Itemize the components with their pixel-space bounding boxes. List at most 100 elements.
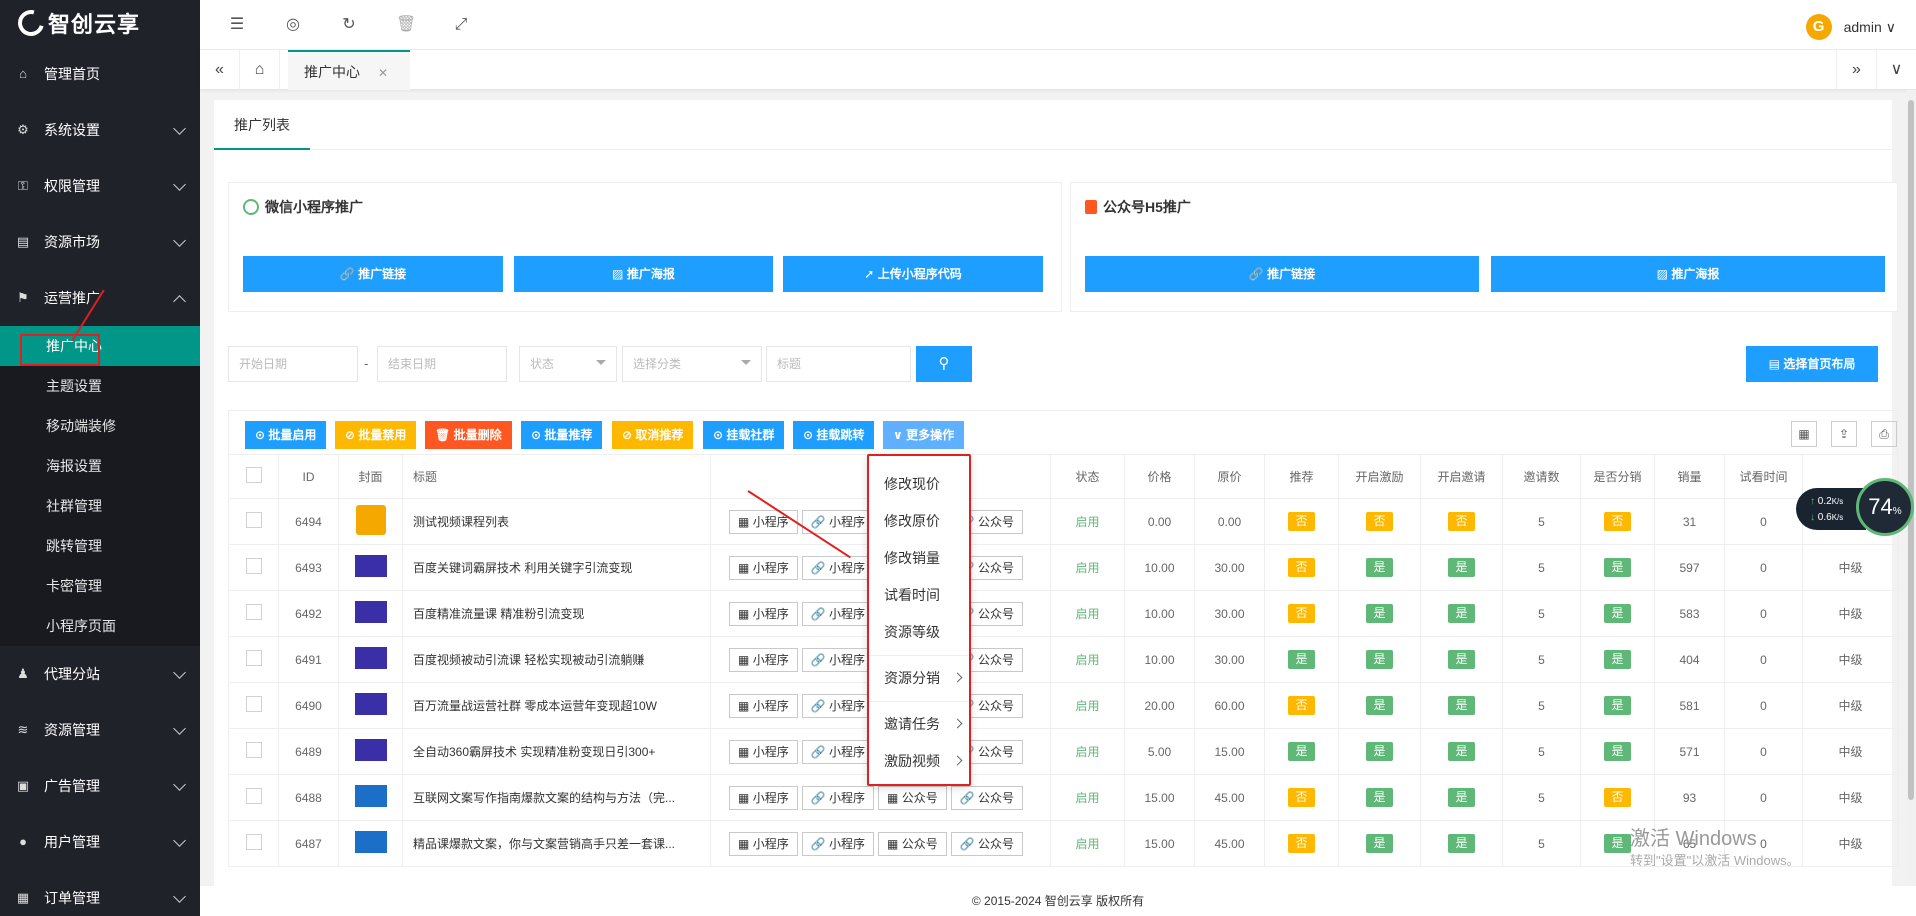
- sidebar-item-home[interactable]: ⌂ 管理首页: [0, 46, 200, 102]
- sidebar-item-order[interactable]: ▦ 订单管理: [0, 870, 200, 916]
- upload-miniprogram-code-button[interactable]: ➚ 上传小程序代码: [783, 256, 1043, 292]
- dd-incentive-video[interactable]: 激励视频: [869, 743, 969, 780]
- search-button[interactable]: ⚲: [916, 346, 972, 382]
- miniprogram-qrcode-button[interactable]: ▦ 小程序: [729, 601, 798, 626]
- mount-jump-button[interactable]: ⊙ 挂载跳转: [793, 421, 875, 449]
- h5-promo-poster-button[interactable]: ▨ 推广海报: [1491, 256, 1885, 292]
- sidebar-sub-miniprogram[interactable]: 小程序页面: [0, 606, 200, 646]
- mp-link-button[interactable]: 🔗 公众号: [950, 831, 1024, 856]
- invite-badge[interactable]: 是: [1448, 604, 1475, 623]
- miniprogram-link-button[interactable]: 🔗 小程序: [801, 601, 875, 626]
- wechat-promo-poster-button[interactable]: ▨ 推广海报: [514, 256, 773, 292]
- row-status[interactable]: 启用: [1050, 590, 1125, 637]
- incentive-badge[interactable]: 是: [1366, 742, 1393, 761]
- more-actions-button[interactable]: ∨ 更多操作: [883, 421, 965, 449]
- trash-icon[interactable]: 🗑: [396, 16, 416, 34]
- miniprogram-qrcode-button[interactable]: ▦ 小程序: [729, 693, 798, 718]
- title-input[interactable]: 标题: [766, 346, 911, 382]
- row-status[interactable]: 启用: [1050, 636, 1125, 683]
- miniprogram-qrcode-button[interactable]: ▦ 小程序: [729, 831, 798, 856]
- sidebar-item-agent[interactable]: ♟ 代理分站: [0, 646, 200, 702]
- miniprogram-link-button[interactable]: 🔗 小程序: [801, 693, 875, 718]
- sidebar-item-permission[interactable]: ⚿ 权限管理: [0, 158, 200, 214]
- miniprogram-qrcode-button[interactable]: ▦ 小程序: [729, 647, 798, 672]
- dd-resource-distribution[interactable]: 资源分销: [869, 660, 969, 697]
- dd-edit-sales[interactable]: 修改销量: [869, 540, 969, 577]
- invite-badge[interactable]: 否: [1448, 512, 1475, 531]
- h5-promo-link-button[interactable]: 🔗 推广链接: [1085, 256, 1479, 292]
- row-status[interactable]: 启用: [1050, 682, 1125, 729]
- row-checkbox[interactable]: [245, 558, 262, 574]
- incentive-badge[interactable]: 是: [1366, 650, 1393, 669]
- row-status[interactable]: 启用: [1050, 544, 1125, 591]
- row-checkbox[interactable]: [245, 604, 262, 620]
- sidebar-sub-community[interactable]: 社群管理: [0, 486, 200, 526]
- close-icon[interactable]: ✕: [378, 66, 388, 80]
- distribution-badge[interactable]: 是: [1604, 742, 1631, 761]
- incentive-badge[interactable]: 否: [1366, 512, 1393, 531]
- cancel-recommend-button[interactable]: ⊘ 取消推荐: [612, 421, 694, 449]
- start-date-input[interactable]: 开始日期: [228, 346, 358, 382]
- tab-scroll-left-icon[interactable]: «: [200, 50, 240, 90]
- invite-badge[interactable]: 是: [1448, 558, 1475, 577]
- miniprogram-qrcode-button[interactable]: ▦ 小程序: [729, 739, 798, 764]
- row-checkbox[interactable]: [245, 834, 262, 850]
- dd-resource-level[interactable]: 资源等级: [869, 614, 969, 651]
- col-id[interactable]: ID: [278, 454, 339, 499]
- row-status[interactable]: 启用: [1050, 728, 1125, 775]
- recommend-badge[interactable]: 否: [1288, 604, 1315, 623]
- recommend-badge[interactable]: 是: [1288, 742, 1315, 761]
- globe-icon[interactable]: ◎: [284, 16, 302, 34]
- miniprogram-link-button[interactable]: 🔗 小程序: [801, 555, 875, 580]
- incentive-badge[interactable]: 是: [1366, 834, 1393, 853]
- export-icon[interactable]: ⇪: [1831, 421, 1857, 447]
- sidebar-sub-poster[interactable]: 海报设置: [0, 446, 200, 486]
- miniprogram-qrcode-button[interactable]: ▦ 小程序: [729, 785, 798, 810]
- invite-badge[interactable]: 是: [1448, 650, 1475, 669]
- sidebar-sub-card[interactable]: 卡密管理: [0, 566, 200, 606]
- logo[interactable]: 智创云享: [0, 0, 200, 46]
- tab-scroll-right-icon[interactable]: »: [1836, 50, 1876, 90]
- dd-edit-price[interactable]: 修改现价: [869, 466, 969, 503]
- mp-qrcode-button[interactable]: ▦ 公众号: [878, 785, 947, 810]
- distribution-badge[interactable]: 是: [1604, 834, 1631, 853]
- print-icon[interactable]: ⎙: [1871, 421, 1897, 447]
- mp-link-button[interactable]: 🔗 公众号: [950, 785, 1024, 810]
- sidebar-sub-theme[interactable]: 主题设置: [0, 366, 200, 406]
- mp-qrcode-button[interactable]: ▦ 公众号: [878, 831, 947, 856]
- recommend-badge[interactable]: 否: [1288, 558, 1315, 577]
- row-status[interactable]: 启用: [1050, 498, 1125, 545]
- miniprogram-link-button[interactable]: 🔗 小程序: [801, 509, 875, 534]
- invite-badge[interactable]: 是: [1448, 788, 1475, 807]
- menu-toggle-icon[interactable]: ☰: [228, 16, 246, 34]
- miniprogram-link-button[interactable]: 🔗 小程序: [801, 831, 875, 856]
- sidebar-sub-jump[interactable]: 跳转管理: [0, 526, 200, 566]
- sidebar-item-ad[interactable]: ▣ 广告管理: [0, 758, 200, 814]
- incentive-badge[interactable]: 是: [1366, 788, 1393, 807]
- incentive-badge[interactable]: 是: [1366, 604, 1393, 623]
- sidebar-sub-mobile[interactable]: 移动端装修: [0, 406, 200, 446]
- network-speed-widget[interactable]: ↑ 0.2K/s ↓ 0.6K/s 74%: [1796, 478, 1916, 536]
- row-checkbox[interactable]: [245, 696, 262, 712]
- recommend-badge[interactable]: 是: [1288, 650, 1315, 669]
- sidebar-item-user[interactable]: ● 用户管理: [0, 814, 200, 870]
- batch-disable-button[interactable]: ⊘ 批量禁用: [335, 421, 417, 449]
- mount-community-button[interactable]: ⊙ 挂载社群: [703, 421, 785, 449]
- miniprogram-link-button[interactable]: 🔗 小程序: [801, 785, 875, 810]
- row-checkbox[interactable]: [245, 788, 262, 804]
- distribution-badge[interactable]: 否: [1604, 788, 1631, 807]
- row-checkbox[interactable]: [245, 742, 262, 758]
- invite-badge[interactable]: 是: [1448, 834, 1475, 853]
- row-status[interactable]: 启用: [1050, 774, 1125, 821]
- tab-promotion-list[interactable]: 推广列表: [214, 100, 310, 150]
- sidebar-item-resource[interactable]: ≋ 资源管理: [0, 702, 200, 758]
- dd-trial-time[interactable]: 试看时间: [869, 577, 969, 614]
- fullscreen-icon[interactable]: ⤢: [452, 16, 470, 34]
- incentive-badge[interactable]: 是: [1366, 696, 1393, 715]
- invite-badge[interactable]: 是: [1448, 696, 1475, 715]
- choose-layout-button[interactable]: ▤ 选择首页布局: [1746, 346, 1878, 382]
- distribution-badge[interactable]: 是: [1604, 696, 1631, 715]
- incentive-badge[interactable]: 是: [1366, 558, 1393, 577]
- miniprogram-link-button[interactable]: 🔗 小程序: [801, 647, 875, 672]
- row-checkbox[interactable]: [245, 512, 262, 528]
